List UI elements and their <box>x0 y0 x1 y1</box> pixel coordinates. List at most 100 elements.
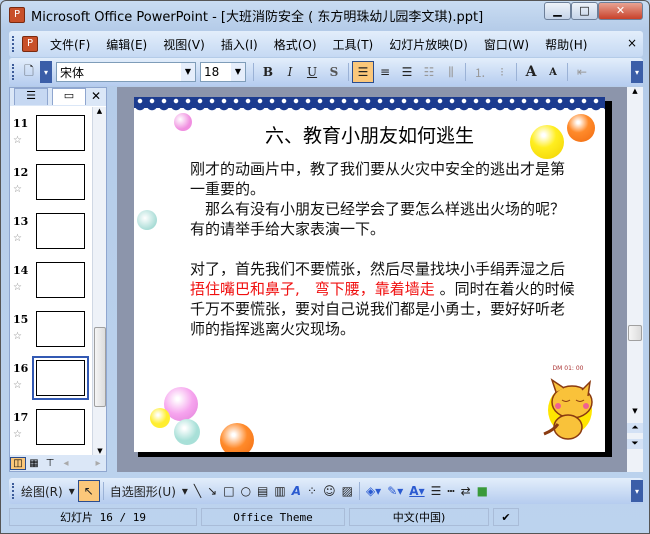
line-style-icon[interactable]: ☰ <box>428 484 445 498</box>
distribute-icon[interactable]: ☷ <box>418 61 440 83</box>
thumbnail-scrollbar[interactable]: ▲ ▼ <box>92 107 106 455</box>
slide-thumbnail[interactable]: 16 ☆ <box>13 356 91 404</box>
decrease-indent-icon[interactable]: ⇤ <box>571 61 593 83</box>
menu-edit[interactable]: 编辑(E) <box>98 36 155 53</box>
scroll-left-icon[interactable]: ◂ <box>58 458 74 469</box>
maximize-button[interactable]: □ <box>571 2 598 20</box>
oval-tool-icon[interactable]: ○ <box>238 484 254 498</box>
chevron-down-icon[interactable]: ▾ <box>66 484 78 498</box>
chevron-down-icon[interactable]: ▼ <box>231 63 245 81</box>
new-document-icon[interactable]: 🗋 <box>18 61 40 83</box>
scroll-up-icon[interactable]: ▲ <box>93 107 106 115</box>
slide-scrollbar[interactable]: ▲ ▼ ⏶ ⏷ <box>627 87 643 472</box>
tab-outline[interactable]: ☰ <box>14 88 48 105</box>
slide-thumbnail[interactable]: 12 ☆ <box>13 164 91 208</box>
shadow-style-icon[interactable]: ■ <box>474 484 491 498</box>
grip-handle[interactable] <box>12 36 15 52</box>
chevron-down-icon[interactable]: ▼ <box>181 63 195 81</box>
textbox-icon[interactable]: ▤ <box>254 484 271 498</box>
powerpoint-app-icon[interactable]: P <box>9 7 25 23</box>
vertical-textbox-icon[interactable]: ▥ <box>271 484 288 498</box>
slide-title[interactable]: 六、教育小朋友如何逃生 <box>134 121 605 148</box>
align-left-icon[interactable]: ☰ <box>352 61 374 83</box>
toolbar-options-icon[interactable]: ▾ <box>631 61 643 83</box>
scroll-down-icon[interactable]: ▼ <box>93 447 107 455</box>
scrollbar-thumb[interactable] <box>94 327 106 407</box>
underline-button[interactable]: U <box>301 61 323 83</box>
scroll-down-icon[interactable]: ▼ <box>627 407 643 415</box>
diagram-icon[interactable]: ⁘ <box>304 484 320 498</box>
title-bar: P Microsoft Office PowerPoint - [大班消防安全 … <box>1 1 649 29</box>
scroll-right-icon[interactable]: ▸ <box>90 458 106 469</box>
wordart-icon[interactable]: A <box>289 484 304 498</box>
spell-check-icon[interactable]: ✔ <box>493 508 519 526</box>
increase-font-button[interactable]: A <box>520 61 542 83</box>
line-tool-icon[interactable]: ╲ <box>191 484 204 498</box>
chevron-down-icon[interactable]: ▾ <box>179 484 191 498</box>
decrease-font-button[interactable]: A <box>542 61 564 83</box>
slide-thumbnail[interactable]: 17 ☆ <box>13 409 91 453</box>
slide-thumbnail[interactable]: 15 ☆ <box>13 311 91 355</box>
divider <box>358 482 360 500</box>
clipart-icon[interactable]: ☺ <box>320 484 339 498</box>
next-slide-icon[interactable]: ⏷ <box>627 439 643 449</box>
fill-color-icon[interactable]: ◈▾ <box>363 484 384 498</box>
font-size-select[interactable]: 18 ▼ <box>200 62 246 82</box>
menu-format[interactable]: 格式(O) <box>266 36 325 53</box>
scroll-up-icon[interactable]: ▲ <box>627 87 643 95</box>
autoshapes-menu-button[interactable]: 自选图形(U) <box>107 483 179 500</box>
slide-thumbnail[interactable]: 13 ☆ <box>13 213 91 257</box>
numbering-icon[interactable]: ⒈ <box>469 61 491 83</box>
toolbar-options-icon[interactable]: ▾ <box>631 480 643 502</box>
font-color-icon[interactable]: A▾ <box>406 484 427 498</box>
slide-thumbnail[interactable]: 11 ☆ <box>13 115 91 159</box>
close-button[interactable]: ✕ <box>598 2 643 20</box>
text-direction-icon[interactable]: ⫼ <box>440 61 462 83</box>
slideshow-view-icon[interactable]: ⊤ <box>42 458 58 469</box>
italic-button[interactable]: I <box>279 61 301 83</box>
slides-pane: ☰ ▭ ✕ 11 ☆ 12 ☆ 13 ☆ 14 ☆ 15 ☆ 16 ☆ 17 ☆ ▲ ▼ ◫ ▦ ⊤ ◂ … <box>9 87 107 472</box>
bullets-icon[interactable]: ⁝ <box>491 61 513 83</box>
menu-file[interactable]: 文件(F) <box>42 36 98 53</box>
toolbar-options-icon[interactable]: ▾ <box>40 61 52 83</box>
grip-handle[interactable] <box>12 64 15 80</box>
minimize-button[interactable]: ▁ <box>544 2 571 20</box>
slide-canvas[interactable]: 六、教育小朋友如何逃生 刚才的动画片中，教了我们要从火灾中安全的逃出才是第一重要… <box>134 97 605 452</box>
font-select[interactable]: 宋体 ▼ <box>56 62 196 82</box>
menu-help[interactable]: 帮助(H) <box>537 36 595 53</box>
document-icon[interactable]: P <box>22 36 38 52</box>
insert-picture-icon[interactable]: ▨ <box>339 484 356 498</box>
align-center-icon[interactable]: ≡ <box>374 61 396 83</box>
close-pane-button[interactable]: ✕ <box>91 89 101 103</box>
previous-slide-icon[interactable]: ⏶ <box>627 423 643 433</box>
shadow-button[interactable]: S <box>323 61 345 83</box>
bold-button[interactable]: B <box>257 61 279 83</box>
scrollbar-thumb[interactable] <box>628 325 642 341</box>
dash-style-icon[interactable]: ┅ <box>444 484 457 498</box>
line-color-icon[interactable]: ✎▾ <box>384 484 406 498</box>
arrow-tool-icon[interactable]: ↘ <box>204 484 220 498</box>
normal-view-icon[interactable]: ◫ <box>10 456 26 470</box>
cartoon-cat-image[interactable]: DM 01: 00 <box>538 365 598 445</box>
menu-view[interactable]: 视图(V) <box>155 36 213 53</box>
slide-thumbnail[interactable]: 14 ☆ <box>13 262 91 306</box>
paragraph: 那么有没有小朋友已经学会了要怎么样逃出火场的呢？有的请举手给大家表演一下。 <box>190 200 566 238</box>
select-pointer-icon[interactable]: ↖ <box>77 480 100 502</box>
font-size-value: 18 <box>204 65 220 79</box>
menu-tools[interactable]: 工具(T) <box>325 36 382 53</box>
rectangle-tool-icon[interactable]: □ <box>220 484 237 498</box>
menu-window[interactable]: 窗口(W) <box>476 36 537 53</box>
slide-number: 17 <box>13 411 29 424</box>
slide-sorter-icon[interactable]: ▦ <box>26 458 42 469</box>
language-indicator[interactable]: 中文(中国) <box>349 508 489 526</box>
image-caption: DM 01: 00 <box>552 365 584 372</box>
tab-slides[interactable]: ▭ <box>52 88 86 105</box>
close-document-button[interactable]: × <box>627 36 637 50</box>
menu-slideshow[interactable]: 幻灯片放映(D) <box>381 36 476 53</box>
align-right-icon[interactable]: ☰ <box>396 61 418 83</box>
slide-body-text[interactable]: 刚才的动画片中，教了我们要从火灾中安全的逃出才是第一重要的。 那么有没有小朋友已… <box>190 159 578 339</box>
arrow-style-icon[interactable]: ⇄ <box>458 484 474 498</box>
grip-handle[interactable] <box>12 483 15 499</box>
draw-menu-button[interactable]: 绘图(R) <box>18 483 66 500</box>
menu-insert[interactable]: 插入(I) <box>213 36 266 53</box>
